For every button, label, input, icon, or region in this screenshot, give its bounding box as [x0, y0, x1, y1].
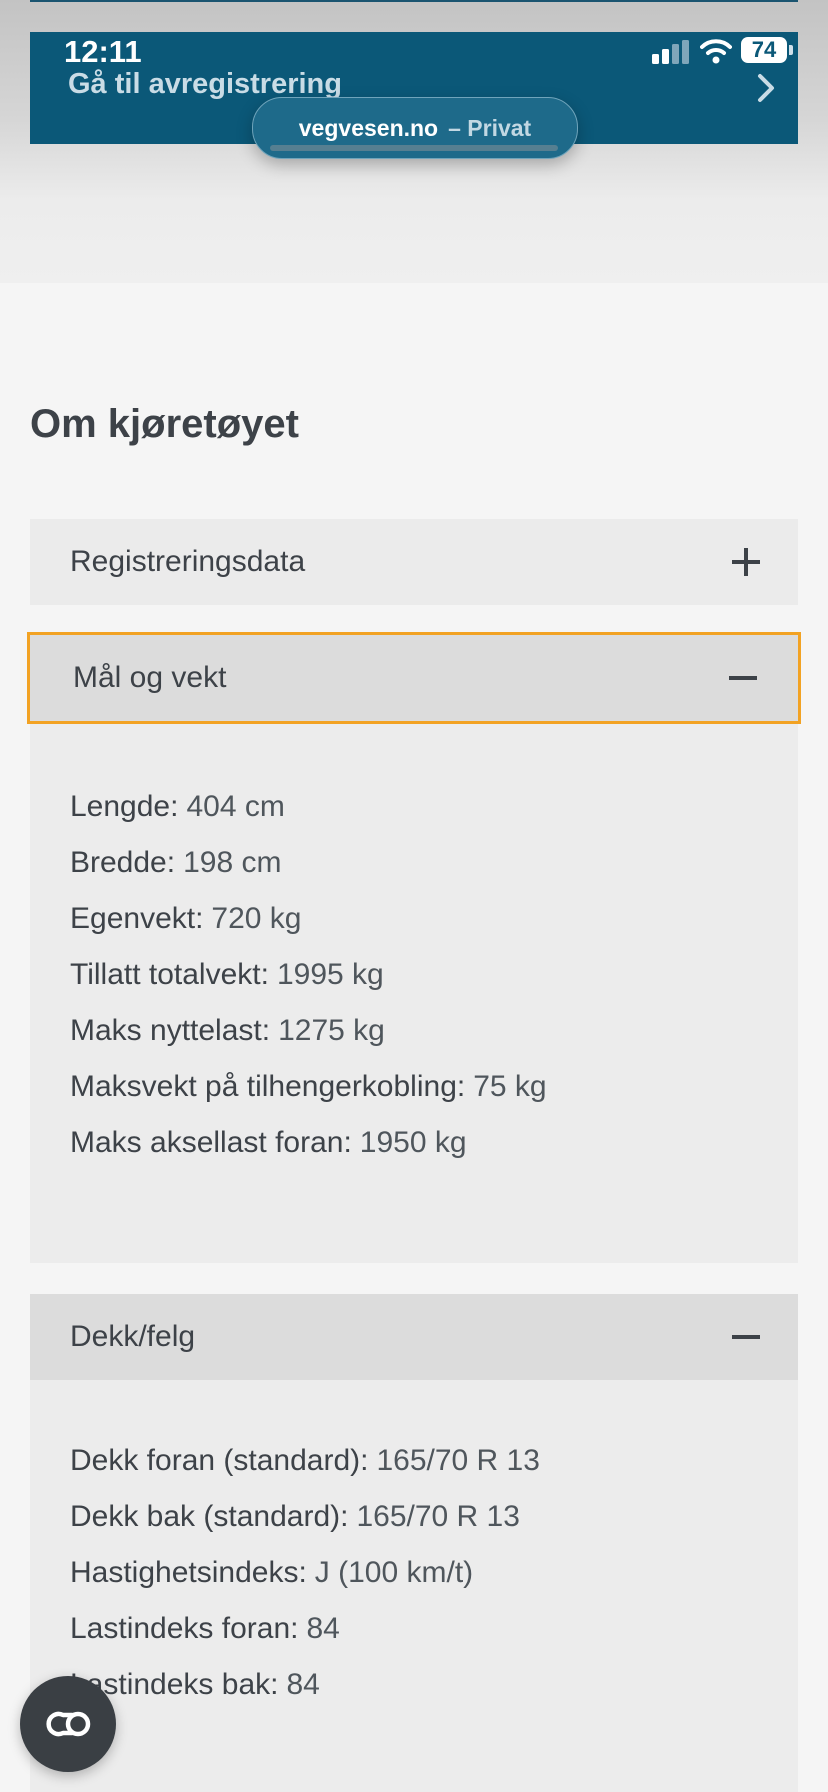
pill-underline [270, 145, 558, 151]
list-item: Dekk foran (standard): 165/70 R 13 [70, 1444, 540, 1477]
list-item: Bredde: 198 cm [70, 846, 282, 879]
accordion-dekk-felg[interactable]: Dekk/felg [30, 1294, 798, 1380]
list-item: Dekk bak (standard): 165/70 R 13 [70, 1500, 520, 1533]
list-item: Tillatt totalvekt: 1995 kg [70, 958, 384, 991]
chevron-right-icon [758, 74, 774, 102]
list-item: Egenvekt: 720 kg [70, 902, 302, 935]
accordion-registreringsdata[interactable]: Registreringsdata [30, 519, 798, 605]
divider [30, 0, 798, 2]
cellular-signal-icon [652, 40, 689, 64]
accordion-mal-og-vekt[interactable]: Mål og vekt [27, 632, 801, 724]
plus-icon [732, 548, 760, 576]
url-host: vegvesen.no [298, 114, 439, 141]
list-item: Maks aksellast foran: 1950 kg [70, 1126, 467, 1159]
list-item: Hastighetsindeks: J (100 km/t) [70, 1556, 474, 1589]
accordion-panel-mal-og-vekt: Lengde: 404 cm Bredde: 198 cm Egenvekt: 720… [30, 724, 798, 1263]
accordion-title: Dekk/felg [70, 1320, 196, 1353]
list-item: Lastindeks foran: 84 [70, 1612, 340, 1645]
list-item: Lengde: 404 cm [70, 790, 285, 823]
list-item: Maks nyttelast: 1275 kg [70, 1014, 385, 1047]
battery-tip [789, 45, 793, 55]
browsing-mode: – Privat [448, 114, 532, 141]
wifi-icon [700, 39, 732, 64]
battery-indicator: 74 [741, 37, 787, 63]
chat-button[interactable] [20, 1676, 116, 1772]
accordion-panel-dekk-felg: Dekk foran (standard): 165/70 R 13 Dekk b… [30, 1380, 798, 1792]
status-time: 12:11 [64, 34, 142, 69]
minus-icon [729, 664, 757, 692]
list-item: Maksvekt på tilhengerkobling: 75 kg [70, 1070, 547, 1103]
accordion-title: Registreringsdata [70, 545, 306, 578]
accordion-title: Mål og vekt [73, 661, 227, 694]
page-title: Om kjøretøyet [30, 402, 299, 446]
chat-icon [46, 1711, 91, 1737]
minus-icon [732, 1323, 760, 1351]
